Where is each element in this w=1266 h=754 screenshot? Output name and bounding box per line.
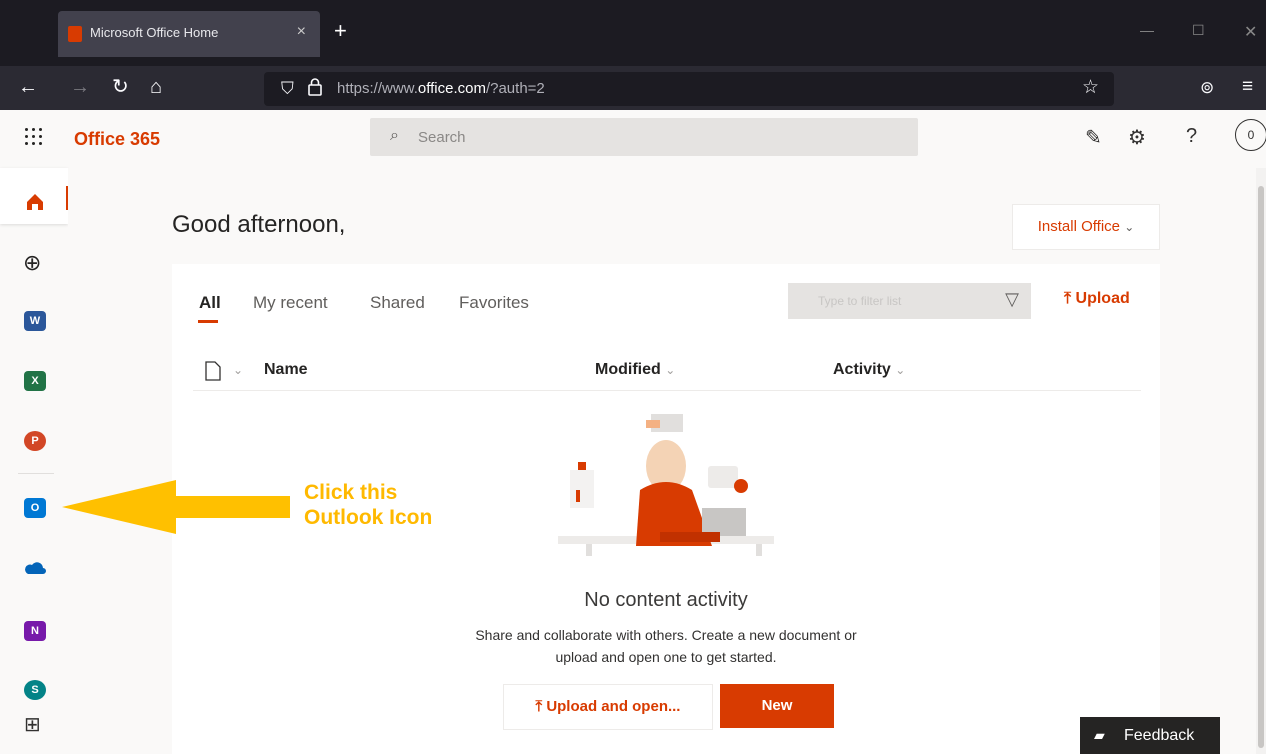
search-icon: ⌕ <box>390 127 399 144</box>
scrollbar-thumb[interactable] <box>1258 186 1264 748</box>
pocket-icon[interactable]: ⊚ <box>1200 78 1214 98</box>
header-divider <box>193 390 1141 391</box>
all-apps-icon[interactable]: ⊞ <box>24 712 41 737</box>
sharepoint-icon[interactable]: S <box>24 680 46 700</box>
back-icon[interactable]: ← <box>18 76 38 98</box>
file-type-chevron-icon[interactable]: ⌄ <box>233 363 243 377</box>
column-name[interactable]: Name <box>264 361 308 379</box>
tab-underline <box>198 320 218 323</box>
reload-icon[interactable]: ↻ <box>112 76 129 98</box>
upload-and-open-button[interactable]: ⤒ Upload and open... <box>503 684 713 730</box>
home-browser-icon[interactable]: ⌂ <box>150 76 162 98</box>
browser-tab[interactable]: Microsoft Office Home × <box>58 11 320 57</box>
file-type-icon[interactable] <box>205 361 221 386</box>
annotation-arrow <box>60 478 292 541</box>
tab-shared[interactable]: Shared <box>370 293 425 313</box>
menu-icon[interactable]: ≡ <box>1242 76 1253 98</box>
tab-my-recent[interactable]: My recent <box>253 293 328 313</box>
minimize-icon[interactable]: — <box>1140 22 1154 38</box>
filter-input[interactable]: Type to filter list ▽ <box>788 283 1031 319</box>
app-launcher-icon[interactable] <box>25 128 43 146</box>
search-placeholder: Search <box>418 129 466 146</box>
tab-title: Microsoft Office Home <box>90 25 219 40</box>
install-office-button[interactable]: Install Office ⌄ <box>1012 204 1160 250</box>
brand-name[interactable]: Office 365 <box>74 129 160 150</box>
empty-state-description: Share and collaborate with others. Creat… <box>475 627 857 665</box>
empty-state-illustration <box>556 408 778 563</box>
outlook-icon[interactable]: O <box>24 498 46 518</box>
search-box[interactable]: ⌕ Search <box>370 118 918 156</box>
annotation-text: Click this Outlook Icon <box>304 481 433 529</box>
filter-icon[interactable]: ▽ <box>1005 289 1019 310</box>
tab-all[interactable]: All <box>199 293 221 313</box>
new-tab-icon[interactable]: + <box>334 20 347 42</box>
create-icon[interactable]: ⊕ <box>23 250 41 276</box>
maximize-icon[interactable]: ☐ <box>1192 22 1205 39</box>
feedback-edit-icon[interactable]: ✎ <box>1085 125 1102 150</box>
column-modified[interactable]: Modified ⌄ <box>595 361 675 379</box>
excel-icon[interactable]: X <box>24 371 46 391</box>
upload-icon: ⤒ <box>1064 290 1072 307</box>
shield-icon[interactable]: ⛉ <box>281 79 294 99</box>
window-close-icon[interactable]: ✕ <box>1244 22 1257 42</box>
avatar[interactable]: 0 <box>1235 119 1266 151</box>
onedrive-icon[interactable] <box>22 559 46 580</box>
new-button[interactable]: New <box>720 684 834 728</box>
upload-button[interactable]: ⤒ Upload <box>1064 290 1130 308</box>
close-tab-icon[interactable]: × <box>297 23 306 41</box>
word-icon[interactable]: W <box>24 311 46 331</box>
empty-state-title: No content activity <box>584 589 748 611</box>
office-favicon-icon <box>68 26 82 42</box>
upload-icon: ⤒ <box>535 698 543 715</box>
filter-placeholder: Type to filter list <box>818 294 902 308</box>
feedback-button[interactable]: ▰ Feedback <box>1080 717 1220 754</box>
onenote-icon[interactable]: N <box>24 621 46 641</box>
help-icon[interactable]: ? <box>1186 125 1197 148</box>
comment-icon: ▰ <box>1094 727 1105 743</box>
powerpoint-icon[interactable]: P <box>24 431 46 451</box>
lock-icon[interactable] <box>308 78 322 96</box>
url-text[interactable]: https://www.office.com/?auth=2 <box>337 80 545 97</box>
column-activity[interactable]: Activity ⌄ <box>833 361 905 379</box>
forward-icon[interactable]: → <box>70 76 90 98</box>
greeting: Good afternoon, <box>172 211 346 238</box>
settings-gear-icon[interactable]: ⚙ <box>1128 125 1146 150</box>
rail-divider <box>18 473 54 474</box>
chevron-down-icon: ⌄ <box>1124 220 1135 234</box>
bookmark-star-icon[interactable]: ☆ <box>1082 76 1099 99</box>
tab-favorites[interactable]: Favorites <box>459 293 529 313</box>
home-icon[interactable] <box>26 193 44 216</box>
